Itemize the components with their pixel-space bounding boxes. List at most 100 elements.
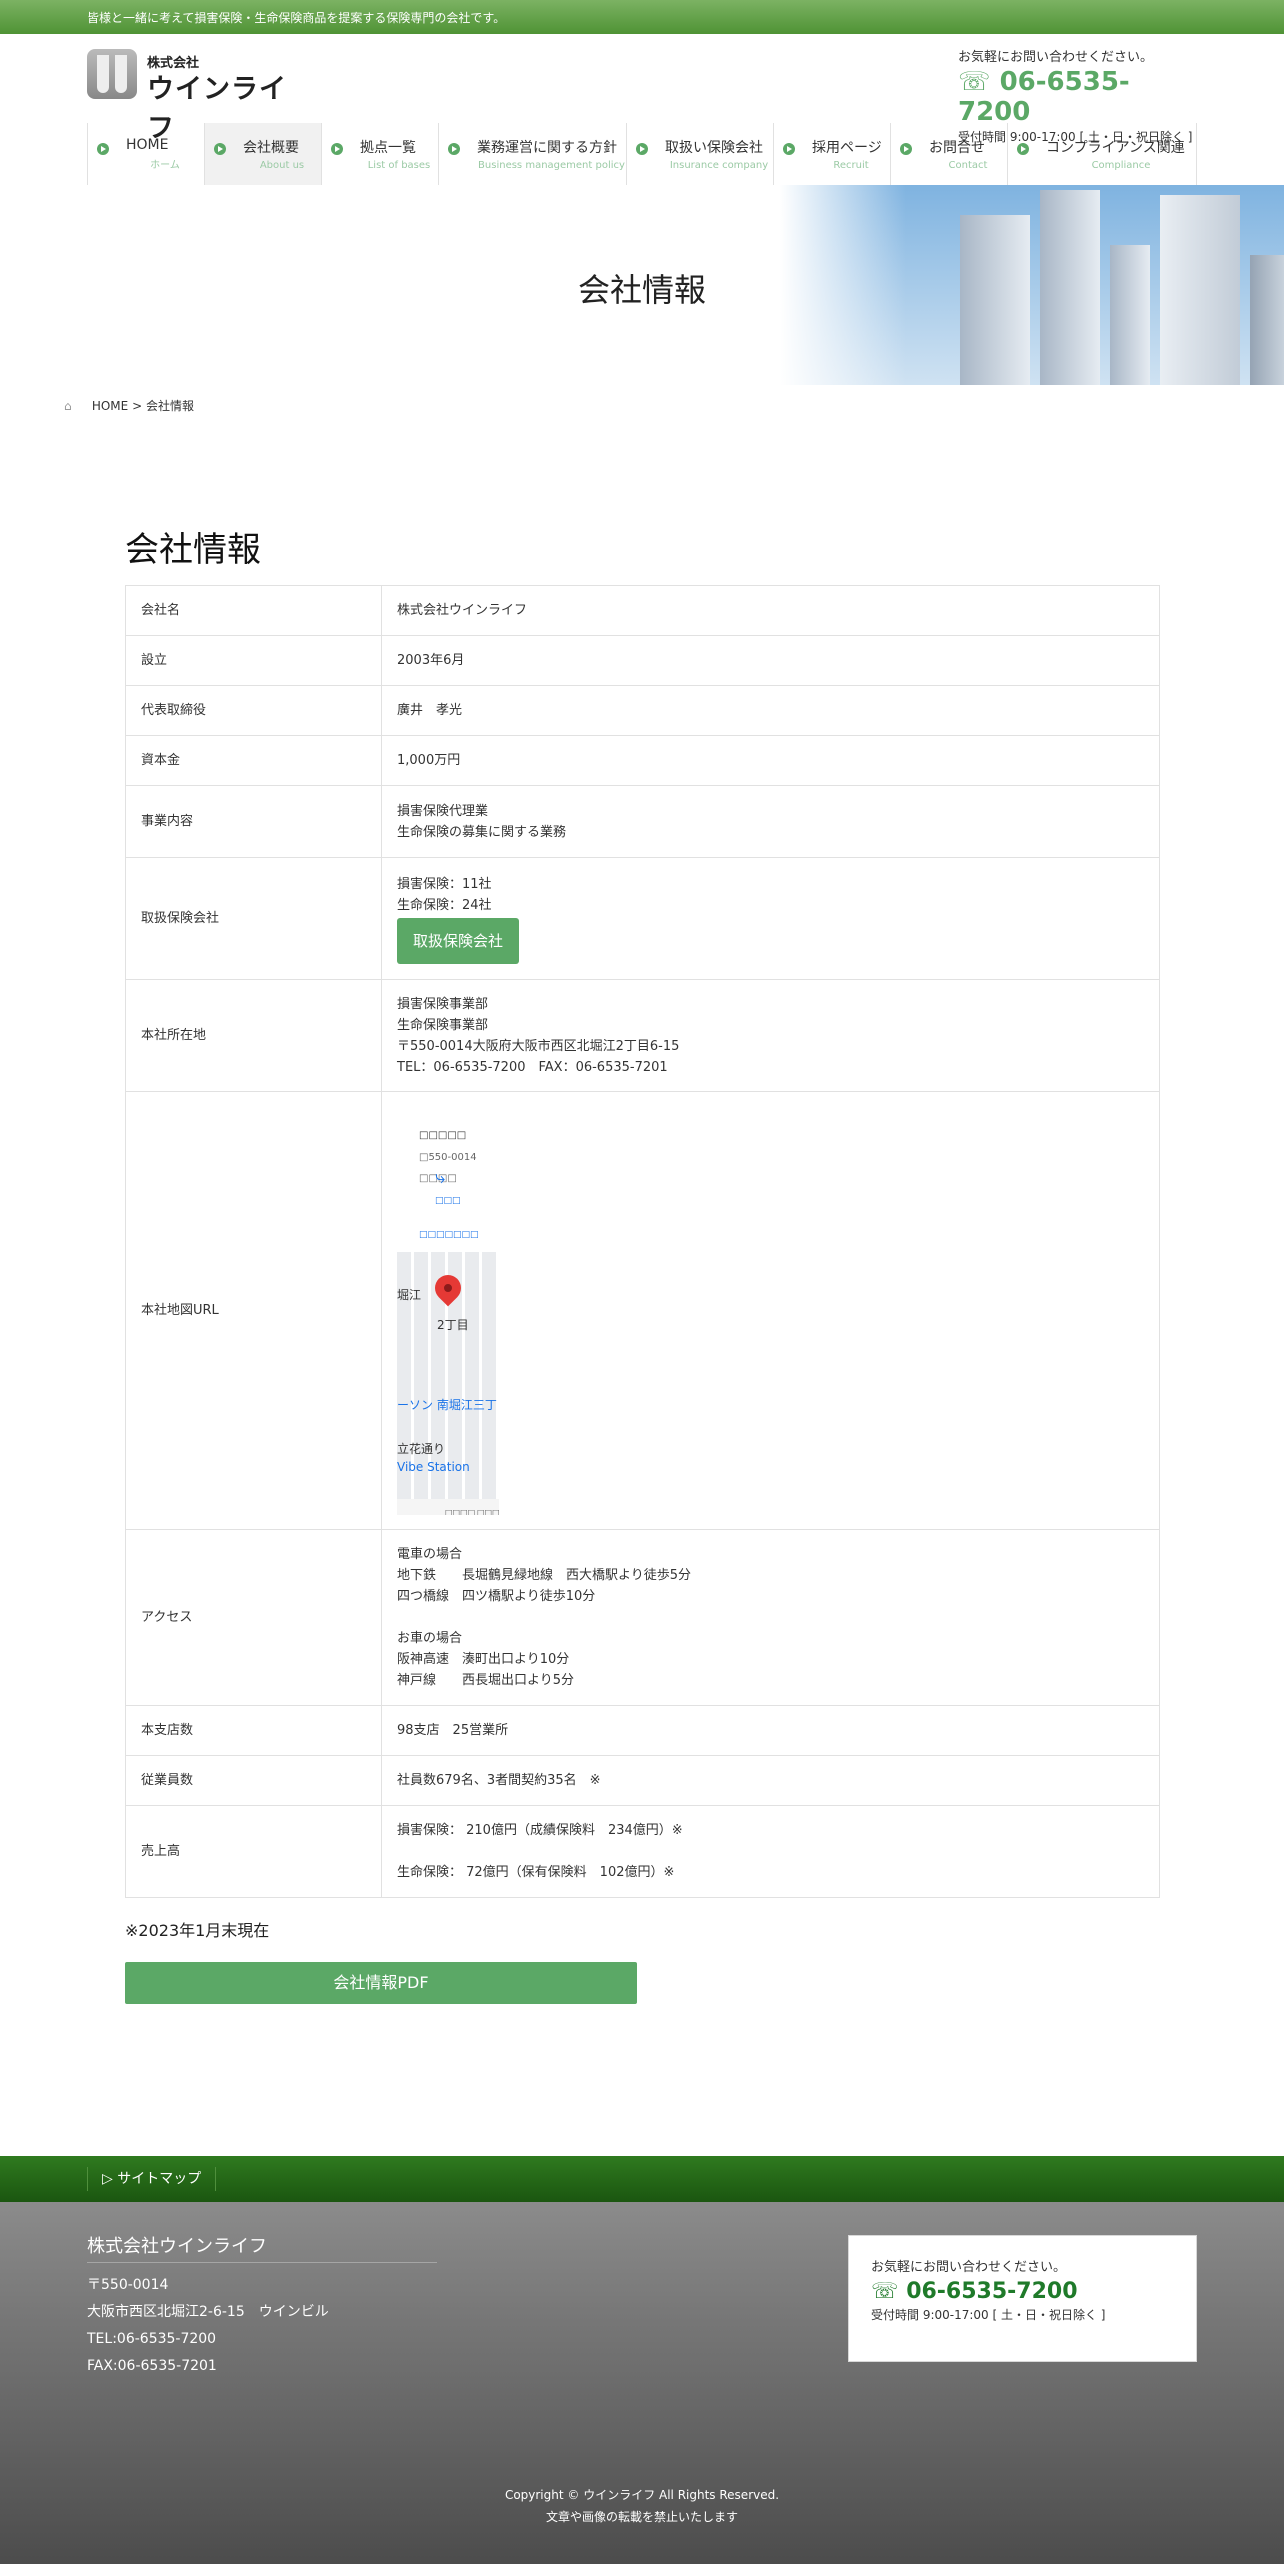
access-line: 地下鉄 長堀鶴見緑地線 西大橋駅より徒歩5分: [397, 1568, 692, 1583]
sales-line: 生命保険： 72億円（保有保険料 102億円）※: [397, 1865, 675, 1880]
nav-label: お問合せ: [929, 140, 985, 156]
row-label: 設立: [125, 635, 382, 686]
access-spacer: [397, 1607, 1144, 1628]
footer-address-line: 〒550-0014: [87, 2277, 169, 2293]
header-phone-link[interactable]: ☏ 06-6535-7200: [958, 67, 1198, 127]
footer-address-line: 大阪市西区北堀江2-6-15 ウインビル: [87, 2304, 329, 2320]
map-footer-text: □□□: [477, 1507, 499, 1515]
row-value: 損害保険：11社 生命保険：24社 取扱保険会社: [381, 857, 1160, 980]
table-row: 本支店数 98支店 25営業所: [125, 1705, 1160, 1756]
table-row: 本社地図URL □□□□□ □550-0014 □□□□ ⤷ □□□ □□□□□…: [125, 1091, 1160, 1530]
copyright-text: Copyright © ウインライフ All Rights Reserved.: [504, 2488, 780, 2502]
business-line: 生命保険の募集に関する業務: [397, 824, 567, 840]
access-line: 阪神高速 湊町出口より10分: [397, 1652, 570, 1667]
map-route-link[interactable]: □□□: [435, 1191, 461, 1212]
nav-arrow-icon: [97, 143, 109, 155]
row-value: 損害保険代理業 生命保険の募集に関する業務: [381, 785, 1160, 858]
nav-sublabel: Insurance company: [669, 160, 769, 171]
nav-item-compliance[interactable]: コンプライアンス関連 Compliance: [1008, 123, 1197, 185]
row-label: 会社名: [125, 585, 382, 636]
page-title: 会社情報: [125, 530, 261, 570]
map-footer: □□□□ □□□: [397, 1498, 499, 1515]
row-label: 本社所在地: [125, 979, 382, 1092]
nav-item-bases[interactable]: 拠点一覧 List of bases: [322, 123, 439, 185]
nav-arrow-icon: [1017, 143, 1029, 155]
nav-label: 取扱い保険会社: [665, 140, 763, 156]
map-label: 2丁目: [437, 1317, 469, 1332]
row-label: 本社地図URL: [125, 1091, 382, 1530]
nav-arrow-icon: [214, 143, 226, 155]
row-label: 資本金: [125, 735, 382, 786]
footer-contact-box: お気軽にお問い合わせください。 ☏ 06-6535-7200 受付時間 9:00…: [848, 2235, 1197, 2362]
phone-icon: ☏: [871, 2279, 899, 2304]
footer-address-line: TEL:06-6535-7200: [87, 2331, 217, 2347]
map-larger-link[interactable]: □□□□□□□: [419, 1225, 479, 1246]
footer-address-line: FAX:06-6535-7201: [87, 2358, 217, 2374]
nav-item-home[interactable]: HOME ホーム: [88, 123, 205, 185]
embedded-map[interactable]: □□□□□ □550-0014 □□□□ ⤷ □□□ □□□□□□□ 堀江 2丁…: [397, 1106, 499, 1515]
table-row: 売上高 損害保険： 210億円（成績保険料 234億円）※ 生命保険： 72億円…: [125, 1805, 1160, 1898]
breadcrumb-home-link[interactable]: HOME: [92, 399, 128, 413]
copy-notice-text: 文章や画像の転載を禁止いたします: [545, 2510, 738, 2524]
top-announcement-bar: 皆様と一緒に考えて損害保険・生命保険商品を提案する保険専門の会社です。: [0, 0, 1284, 34]
table-row: 設立 2003年6月: [125, 635, 1160, 686]
nav-label: HOME: [126, 137, 169, 153]
footer-phone-number: 06-6535-7200: [906, 2279, 1078, 2304]
footer-phone-link[interactable]: ☏ 06-6535-7200: [871, 2279, 1174, 2304]
address-line: 損害保険事業部: [397, 996, 489, 1012]
row-value: 社員数679名、3者間契約35名 ※: [381, 1755, 1160, 1806]
row-label: アクセス: [125, 1529, 382, 1706]
insurer-count-line: 損害保険：11社: [397, 876, 492, 892]
breadcrumb-current: 会社情報: [145, 399, 194, 413]
nav-item-about[interactable]: 会社概要 About us: [205, 123, 322, 185]
as-of-note: ※2023年1月末現在: [125, 1921, 270, 1940]
logo-mark-icon: [87, 49, 137, 99]
nav-item-insurers[interactable]: 取扱い保険会社 Insurance company: [627, 123, 774, 185]
nav-label: 業務運営に関する方針: [477, 140, 617, 156]
nav-item-policy[interactable]: 業務運営に関する方針 Business management policy: [439, 123, 627, 185]
nav-item-contact[interactable]: お問合せ Contact: [891, 123, 1008, 185]
row-label: 本支店数: [125, 1705, 382, 1756]
access-line: 電車の場合: [397, 1547, 463, 1562]
nav-sublabel: Business management policy: [478, 160, 625, 171]
row-label: 売上高: [125, 1805, 382, 1898]
nav-label: 拠点一覧: [360, 140, 416, 156]
map-footer-text: □□□□: [445, 1507, 476, 1515]
site-logo[interactable]: 株式会社 ウインライフ: [87, 49, 307, 144]
address-line: 〒550-0014大阪府大阪市西区北堀江2丁目6-15: [397, 1038, 680, 1054]
row-value: 株式会社ウインライフ: [381, 585, 1160, 636]
access-line: 神戸線 西長堀出口より5分: [397, 1673, 575, 1688]
nav-sublabel: About us: [259, 160, 305, 171]
footer-address: 〒550-0014 大阪市西区北堀江2-6-15 ウインビル TEL:06-65…: [87, 2272, 329, 2380]
footer-contact-hours: 受付時間 9:00-17:00 [ 土・日・祝日除く ]: [871, 2308, 1106, 2322]
directions-icon[interactable]: ⤷: [435, 1167, 445, 1188]
access-line: お車の場合: [397, 1631, 463, 1646]
nav-sublabel: Compliance: [1091, 160, 1151, 171]
row-value: 1,000万円: [381, 735, 1160, 786]
table-row: 代表取締役 廣井 孝光: [125, 685, 1160, 736]
global-nav: HOME ホーム 会社概要 About us 拠点一覧 List of base…: [87, 123, 1197, 185]
footer-copyright: Copyright © ウインライフ All Rights Reserved. …: [0, 2484, 1284, 2528]
company-pdf-button[interactable]: 会社情報PDF: [125, 1962, 637, 2004]
row-value: 2003年6月: [381, 635, 1160, 686]
insurer-count-line: 生命保険：24社: [397, 897, 492, 913]
table-row: 資本金 1,000万円: [125, 735, 1160, 786]
row-value: □□□□□ □550-0014 □□□□ ⤷ □□□ □□□□□□□ 堀江 2丁…: [381, 1091, 1160, 1530]
nav-item-recruit[interactable]: 採用ページ Recruit: [774, 123, 891, 185]
row-value: 損害保険事業部 生命保険事業部 〒550-0014大阪府大阪市西区北堀江2丁目6…: [381, 979, 1160, 1092]
nav-sublabel: Contact: [948, 160, 988, 171]
phone-icon: ☏: [958, 67, 991, 97]
sitemap-link[interactable]: ▷ サイトマップ: [87, 2167, 217, 2191]
row-value: 廣井 孝光: [381, 685, 1160, 736]
nav-label: 会社概要: [243, 140, 299, 156]
breadcrumb-separator: >: [132, 399, 143, 413]
table-row: 本社所在地 損害保険事業部 生命保険事業部 〒550-0014大阪府大阪市西区北…: [125, 979, 1160, 1092]
table-row: 事業内容 損害保険代理業 生命保険の募集に関する業務: [125, 785, 1160, 858]
home-icon: ⌂: [64, 399, 72, 413]
insurers-button[interactable]: 取扱保険会社: [397, 917, 519, 964]
nav-arrow-icon: [636, 143, 648, 155]
row-label: 代表取締役: [125, 685, 382, 736]
map-label: Vibe Station: [397, 1459, 470, 1474]
nav-sublabel: ホーム: [150, 160, 180, 171]
nav-arrow-icon: [783, 143, 795, 155]
